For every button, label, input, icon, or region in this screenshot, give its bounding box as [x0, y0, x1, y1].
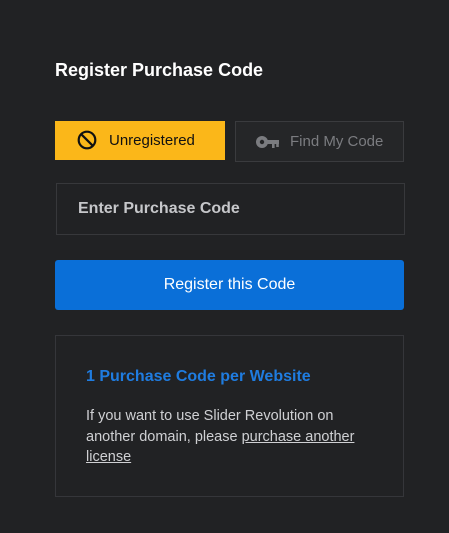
purchase-code-input[interactable]: [56, 183, 405, 235]
register-panel: Register Purchase Code Unregistered Find…: [0, 0, 449, 533]
find-my-code-label: Find My Code: [290, 133, 384, 150]
info-text: If you want to use Slider Revolution on …: [86, 406, 381, 468]
key-icon: [255, 133, 281, 151]
info-title: 1 Purchase Code per Website: [86, 368, 311, 385]
unregistered-badge: Unregistered: [55, 121, 225, 160]
status-row: Unregistered Find My Code: [55, 121, 404, 162]
info-box: 1 Purchase Code per Website If you want …: [55, 335, 404, 497]
find-my-code-button[interactable]: Find My Code: [235, 121, 404, 162]
no-entry-icon: [77, 130, 97, 150]
unregistered-label: Unregistered: [109, 132, 195, 149]
register-code-button[interactable]: Register this Code: [55, 260, 404, 310]
panel-title: Register Purchase Code: [55, 60, 264, 80]
